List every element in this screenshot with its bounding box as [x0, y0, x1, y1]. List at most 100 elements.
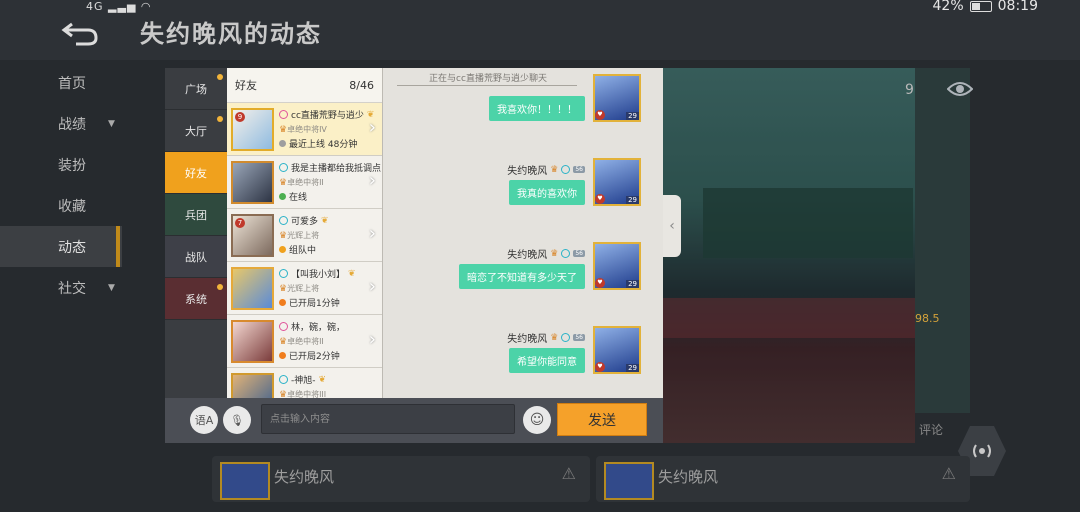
mic-text-icon: 语A — [194, 414, 214, 427]
score-badge: 98.5 — [915, 312, 940, 325]
mic-icon: 🎙 — [230, 413, 244, 427]
eye-icon[interactable] — [947, 80, 973, 98]
message-bubble[interactable]: 暗恋了不知道有多少天了 — [459, 264, 585, 289]
tab-label: 大厅 — [185, 124, 207, 138]
message-bubble[interactable]: 希望你能同意 — [509, 348, 585, 373]
chat-message: 失约晚风 ♛ 56 我真的喜欢你 ♥ 29 — [393, 158, 643, 228]
feed-side-strip — [915, 68, 970, 413]
nav-item-record[interactable]: 战绩 ▼ — [0, 103, 122, 144]
message-bubble[interactable]: 我喜欢你！！！！ — [489, 96, 585, 121]
friend-avatar — [231, 320, 274, 363]
gender-icon — [279, 322, 288, 331]
friend-name-row: 可爱多 ❦ — [279, 214, 329, 227]
status-right: 42% 08:19 — [933, 0, 1038, 14]
nav-item-feed[interactable]: 动态 — [0, 226, 122, 267]
rank-label: 卓绝中将II — [287, 337, 324, 346]
tab-system[interactable]: 系统 — [165, 278, 227, 320]
heart-icon: ♥ — [595, 278, 605, 288]
friend-name: 可爱多 — [291, 217, 319, 227]
nav-item-outfit[interactable]: 装扮 — [0, 144, 122, 185]
post-author: 失约晚风 — [658, 468, 719, 486]
vip-badge: 56 — [573, 250, 585, 257]
send-button[interactable]: 发送 — [557, 403, 647, 436]
nav-label: 动态 — [58, 239, 86, 256]
sender-avatar[interactable]: ♥ 29 — [593, 74, 641, 122]
tab-label: 兵团 — [185, 208, 207, 222]
chat-message: 我喜欢你！！！！ ♥ 29 — [393, 68, 643, 126]
friend-item[interactable]: 我是主播都给我抵调点 ♛卓绝中将II 在线 › — [227, 156, 382, 209]
rank-icon: ♛ — [279, 178, 288, 188]
feed-image — [663, 68, 915, 443]
butterfly-icon: ❦ — [348, 268, 356, 279]
sender-row: 失约晚风 ♛ 56 — [507, 330, 585, 345]
side-nav: 首页 战绩 ▼ 装扮 收藏 动态 社交 ▼ — [0, 62, 122, 308]
friend-name: 我是主播都给我抵调点 — [291, 164, 382, 174]
tab-friends[interactable]: 好友 — [165, 152, 227, 194]
vip-badge: 56 — [573, 334, 585, 341]
tab-label: 广场 — [185, 82, 207, 96]
level-badge: 9 — [235, 112, 245, 122]
friend-status: 最近上线 48分钟 — [279, 137, 357, 150]
level-badge: 7 — [235, 218, 245, 228]
friend-item[interactable]: 林，碗，碗， ♛卓绝中将II 已开局2分钟 › — [227, 315, 382, 368]
gender-icon — [561, 333, 571, 342]
nav-label: 社交 — [58, 280, 86, 297]
sender-avatar[interactable]: ♥ 29 — [593, 326, 641, 374]
status-dot — [279, 299, 286, 306]
friend-list-title: 好友 — [235, 79, 257, 92]
friend-name: -神旭- — [291, 376, 316, 386]
report-icon[interactable]: ⚠ — [942, 464, 956, 483]
report-icon[interactable]: ⚠ — [562, 464, 576, 483]
sender-level: 29 — [626, 196, 639, 204]
tab-team[interactable]: 战队 — [165, 236, 227, 278]
comment-link[interactable]: 评论 — [919, 421, 943, 438]
nav-item-collection[interactable]: 收藏 — [0, 185, 122, 226]
tab-legion[interactable]: 兵团 — [165, 194, 227, 236]
status-label: 已开局2分钟 — [289, 352, 340, 362]
nav-label: 收藏 — [58, 198, 86, 215]
back-arrow-icon[interactable] — [58, 14, 102, 50]
gender-icon — [279, 110, 288, 119]
rank-icon: ♛ — [279, 125, 288, 135]
nav-item-social[interactable]: 社交 ▼ — [0, 267, 122, 308]
message-input[interactable] — [261, 404, 515, 434]
rank-label: 卓绝中将III — [287, 390, 327, 398]
status-dot — [279, 352, 286, 359]
feed-post[interactable]: 失约晚风 ⚠ — [596, 456, 970, 502]
voice-message-button[interactable]: 🎙 — [223, 406, 251, 434]
rank-label: 光辉上将 — [287, 284, 320, 293]
collapse-chevron-icon[interactable]: ‹ — [663, 195, 681, 257]
crown-icon: ♛ — [550, 248, 559, 259]
gender-icon — [279, 163, 288, 172]
friend-list-header: 好友 8/46 — [227, 68, 382, 103]
sender-row: 失约晚风 ♛ 56 — [507, 162, 585, 177]
sender-avatar[interactable]: ♥ 29 — [593, 242, 641, 290]
friend-name-row: 林，碗，碗， — [279, 320, 345, 333]
emoji-button[interactable]: ☺ — [523, 406, 551, 434]
message-bubble[interactable]: 我真的喜欢你 — [509, 180, 585, 205]
voice-to-text-button[interactable]: 语A — [190, 406, 218, 434]
heart-icon: ♥ — [595, 194, 605, 204]
gender-icon — [279, 216, 288, 225]
battery-percent: 42% — [932, 0, 964, 14]
friend-item[interactable]: 7 可爱多 ❦ ♛光辉上将 组队中 › — [227, 209, 382, 262]
friend-status: 已开局1分钟 — [279, 296, 340, 309]
sender-avatar[interactable]: ♥ 29 — [593, 158, 641, 206]
status-dot — [279, 193, 286, 200]
chevron-right-icon: › — [368, 276, 376, 297]
notification-dot — [217, 116, 223, 122]
feed-post[interactable]: 失约晚风 ⚠ — [212, 456, 590, 502]
friend-avatar — [231, 161, 274, 204]
friend-status: 组队中 — [279, 243, 316, 256]
status-dot — [279, 140, 286, 147]
tab-lobby[interactable]: 大厅 — [165, 110, 227, 152]
sender-row: 失约晚风 ♛ 56 — [507, 246, 585, 261]
battery-icon — [969, 0, 992, 12]
nav-item-home[interactable]: 首页 — [0, 62, 122, 103]
friend-item[interactable]: -神旭- ❦ ♛卓绝中将III — [227, 368, 382, 398]
friend-item[interactable]: 【叫我小刘】 ❦ ♛光辉上将 已开局1分钟 › — [227, 262, 382, 315]
tab-square[interactable]: 广场 — [165, 68, 227, 110]
chat-dialog: 广场 大厅 好友 兵团 战队 系统 好友 8/46 9 cc直播荒野与逍少 ❦ ♛… — [165, 68, 663, 443]
chat-message: 失约晚风 ♛ 56 希望你能同意 ♥ 29 — [393, 326, 643, 396]
friend-item[interactable]: 9 cc直播荒野与逍少 ❦ ♛卓绝中将IV 最近上线 48分钟 › — [227, 103, 382, 156]
